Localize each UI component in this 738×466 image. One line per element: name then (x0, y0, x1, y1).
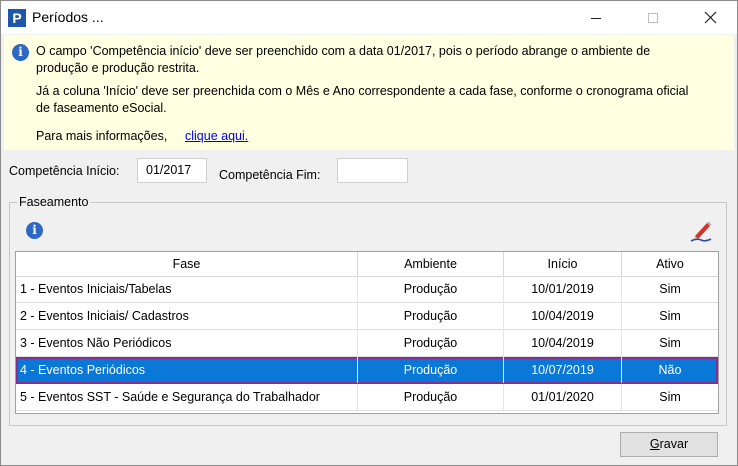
minimize-icon (591, 17, 601, 19)
table-row[interactable]: 1 - Eventos Iniciais/Tabelas Produção 10… (16, 276, 718, 303)
competencia-inicio-label: Competência Início: (9, 164, 120, 178)
periodos-window: P Períodos ... i O campo 'Competência in… (0, 0, 738, 466)
cell-inicio: 10/01/2019 (504, 276, 622, 302)
more-info-link[interactable]: clique aqui. (185, 128, 248, 145)
faseamento-grid: Fase Ambiente Início Ativo 1 - Eventos I… (15, 251, 719, 414)
gravar-mnemonic: G (649, 437, 660, 451)
cell-fase: 1 - Eventos Iniciais/Tabelas (16, 276, 358, 302)
column-header-fase[interactable]: Fase (16, 252, 358, 276)
gravar-button[interactable]: Gravar (620, 432, 718, 457)
info-message-3: Para mais informações, (36, 129, 168, 143)
competencia-inicio-input[interactable]: 01/2017 (137, 158, 207, 183)
cell-fase: 2 - Eventos Iniciais/ Cadastros (16, 303, 358, 329)
cell-inicio: 01/01/2020 (504, 384, 622, 410)
app-logo-icon: P (8, 9, 26, 27)
gravar-label-rest: ravar (659, 437, 689, 451)
cell-ativo: Sim (659, 282, 681, 296)
maximize-icon (648, 12, 658, 23)
cell-fase: 4 - Eventos Periódicos (16, 357, 358, 383)
column-header-inicio[interactable]: Início (504, 252, 622, 276)
column-header-ativo[interactable]: Ativo (622, 252, 718, 276)
window-title: Períodos ... (32, 9, 104, 25)
info-banner: i O campo 'Competência início' deve ser … (4, 35, 734, 150)
minimize-button[interactable] (573, 1, 619, 34)
info-message-2: Já a coluna 'Início' deve ser preenchida… (36, 84, 689, 115)
grid-header: Fase Ambiente Início Ativo (16, 252, 718, 277)
cell-ativo: Sim (659, 336, 681, 350)
column-header-ambiente[interactable]: Ambiente (358, 252, 504, 276)
pencil-edit-icon[interactable] (689, 218, 713, 242)
table-row[interactable]: 2 - Eventos Iniciais/ Cadastros Produção… (16, 303, 718, 330)
close-icon (704, 11, 716, 24)
maximize-button[interactable] (630, 1, 676, 34)
cell-ativo: Sim (659, 390, 681, 404)
table-row[interactable]: 5 - Eventos SST - Saúde e Segurança do T… (16, 384, 718, 411)
cell-ambiente: Produção (358, 384, 504, 410)
table-row-selected[interactable]: 4 - Eventos Periódicos Produção 10/07/20… (16, 357, 718, 384)
info-icon: i (12, 44, 29, 61)
cell-ambiente: Produção (358, 276, 504, 302)
close-button[interactable] (687, 1, 733, 34)
grid-info-icon[interactable]: i (26, 222, 43, 239)
cell-ativo: Não (658, 363, 682, 377)
cell-inicio: 10/04/2019 (504, 330, 622, 356)
cell-ambiente: Produção (358, 357, 504, 383)
competencia-fim-input[interactable] (337, 158, 408, 183)
cell-inicio: 10/07/2019 (504, 357, 622, 383)
cell-ambiente: Produção (358, 330, 504, 356)
cell-inicio: 10/04/2019 (504, 303, 622, 329)
info-message-1: O campo 'Competência início' deve ser pr… (36, 44, 651, 75)
cell-fase: 3 - Eventos Não Periódicos (16, 330, 358, 356)
table-row[interactable]: 3 - Eventos Não Periódicos Produção 10/0… (16, 330, 718, 357)
cell-fase: 5 - Eventos SST - Saúde e Segurança do T… (16, 384, 358, 410)
faseamento-legend: Faseamento (17, 195, 91, 209)
competencia-fim-label: Competência Fim: (219, 168, 321, 182)
cell-ativo: Sim (659, 309, 681, 323)
cell-ambiente: Produção (358, 303, 504, 329)
title-bar: P Períodos ... (1, 1, 737, 34)
